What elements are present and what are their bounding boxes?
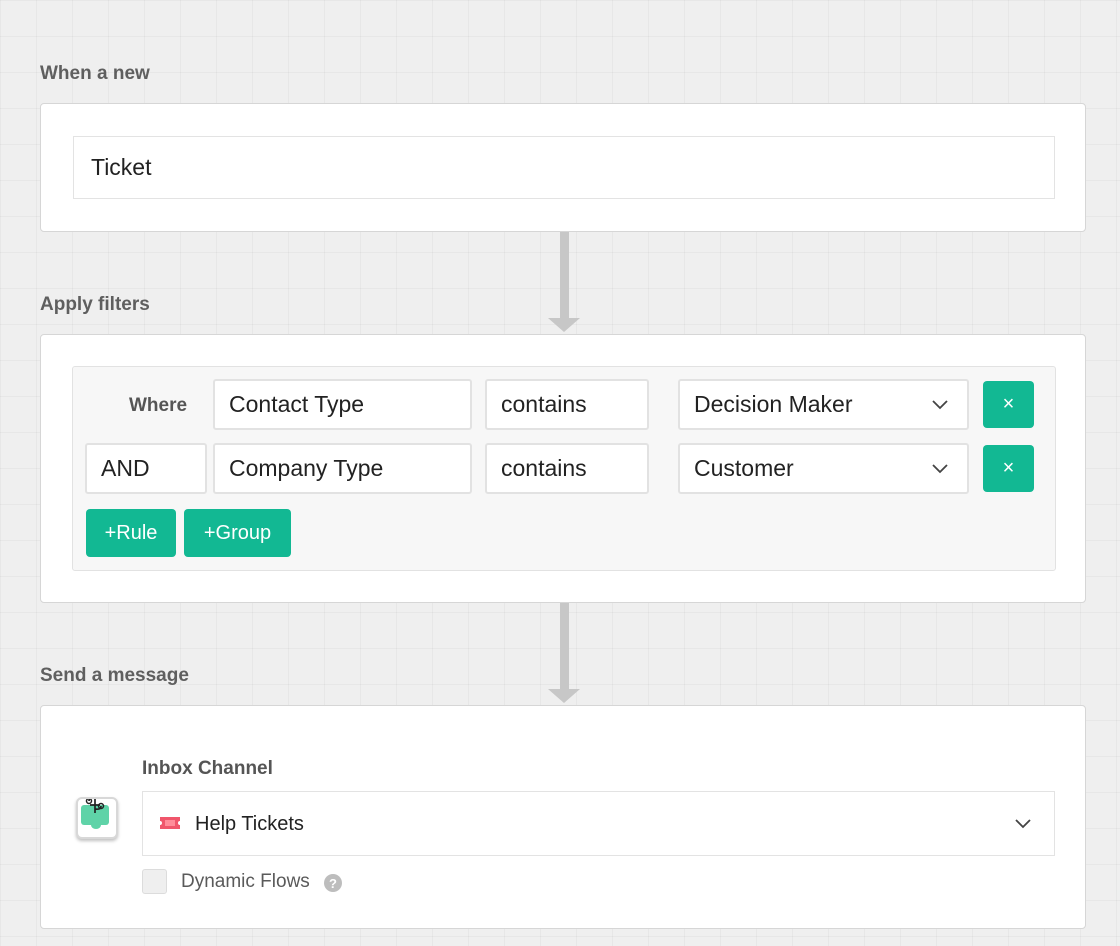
- inbox-channel-label: Inbox Channel: [142, 758, 273, 779]
- flow-arrow-icon: [548, 318, 580, 332]
- inbox-channel-select[interactable]: Help Tickets: [142, 791, 1055, 856]
- flow-connector: [560, 603, 569, 691]
- filter-operator-select[interactable]: contains: [485, 379, 649, 430]
- flow-arrow-icon: [548, 689, 580, 703]
- filters-card: Where Contact Type contains Decision Mak…: [40, 334, 1086, 603]
- ticket-icon: [160, 817, 180, 829]
- workflow-app-icon: [76, 797, 118, 839]
- filter-group: Where Contact Type contains Decision Mak…: [72, 366, 1056, 571]
- dynamic-flows-label: Dynamic Flows: [181, 871, 310, 892]
- chevron-down-icon: [1015, 819, 1031, 829]
- where-label: Where: [129, 395, 188, 416]
- add-group-button[interactable]: +Group: [184, 509, 291, 557]
- filter-value-select[interactable]: Decision Maker: [678, 379, 969, 430]
- trigger-section-title: When a new: [40, 63, 150, 84]
- filter-operator-select[interactable]: contains: [485, 443, 649, 494]
- filter-field-select[interactable]: Contact Type: [213, 379, 472, 430]
- remove-rule-button[interactable]: ×: [983, 445, 1034, 492]
- filter-value-text: Customer: [694, 455, 794, 481]
- dynamic-flows-checkbox[interactable]: [142, 869, 167, 894]
- filter-field-select[interactable]: Company Type: [213, 443, 472, 494]
- flow-connector: [560, 232, 569, 320]
- trigger-object-field[interactable]: Ticket: [73, 136, 1055, 199]
- chevron-down-icon: [932, 464, 948, 474]
- add-rule-button[interactable]: +Rule: [86, 509, 176, 557]
- inbox-channel-value: Help Tickets: [195, 813, 304, 835]
- filter-value-text: Decision Maker: [694, 391, 853, 417]
- remove-rule-button[interactable]: ×: [983, 381, 1034, 428]
- filters-section-title: Apply filters: [40, 294, 150, 315]
- question-icon[interactable]: ?: [324, 874, 342, 892]
- trigger-card: Ticket: [40, 103, 1086, 232]
- filter-value-select[interactable]: Customer: [678, 443, 969, 494]
- message-card: Inbox Channel Help Tickets Dynamic Flows…: [40, 705, 1086, 929]
- chevron-down-icon: [932, 400, 948, 410]
- message-section-title: Send a message: [40, 665, 189, 686]
- conjunction-select[interactable]: AND: [85, 443, 207, 494]
